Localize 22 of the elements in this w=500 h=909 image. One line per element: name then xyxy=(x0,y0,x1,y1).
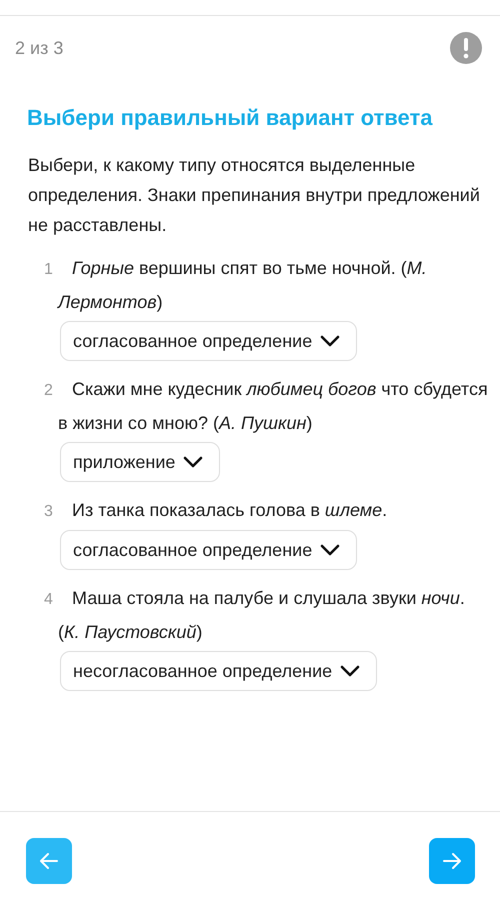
chevron-down-icon xyxy=(340,665,360,677)
answer-dropdown[interactable]: несогласованное определение xyxy=(60,651,378,691)
question-number: 1 xyxy=(44,260,54,280)
answer-dropdown[interactable]: согласованное определение xyxy=(60,530,358,570)
task-title: Выбери правильный вариант ответа xyxy=(27,104,434,132)
chevron-down-icon xyxy=(320,335,340,347)
answer-dropdown[interactable]: приложение xyxy=(60,442,220,482)
instructions-text: Выбери, к какому типу относятся выделенные определения. Знаки препинания внутри предложений не расставлены. xyxy=(28,154,480,237)
back-button[interactable] xyxy=(26,838,72,884)
exclamation-icon[interactable] xyxy=(450,32,482,64)
next-button[interactable] xyxy=(429,838,475,884)
chevron-down-icon xyxy=(183,456,204,468)
question-text: Маша стояла на палубе и слушала звуки ночи. (К. Паустовский) xyxy=(58,588,465,642)
answer-dropdown[interactable]: согласованное определение xyxy=(60,321,358,361)
question-text: Горные вершины спят во тьме ночной. (М. Лермонтов) xyxy=(58,258,427,312)
question-text: Скажи мне кудесник любимец богов что сбудется в жизни со мною? (А. Пушкин) xyxy=(58,379,488,433)
question-number: 2 xyxy=(44,381,54,401)
question-number: 4 xyxy=(44,590,54,610)
chevron-down-icon xyxy=(320,544,340,556)
question-text: Из танка показалась голова в шлеме. xyxy=(72,500,388,520)
question-number: 3 xyxy=(44,502,54,522)
progress-counter: 2 из 3 xyxy=(15,38,64,58)
